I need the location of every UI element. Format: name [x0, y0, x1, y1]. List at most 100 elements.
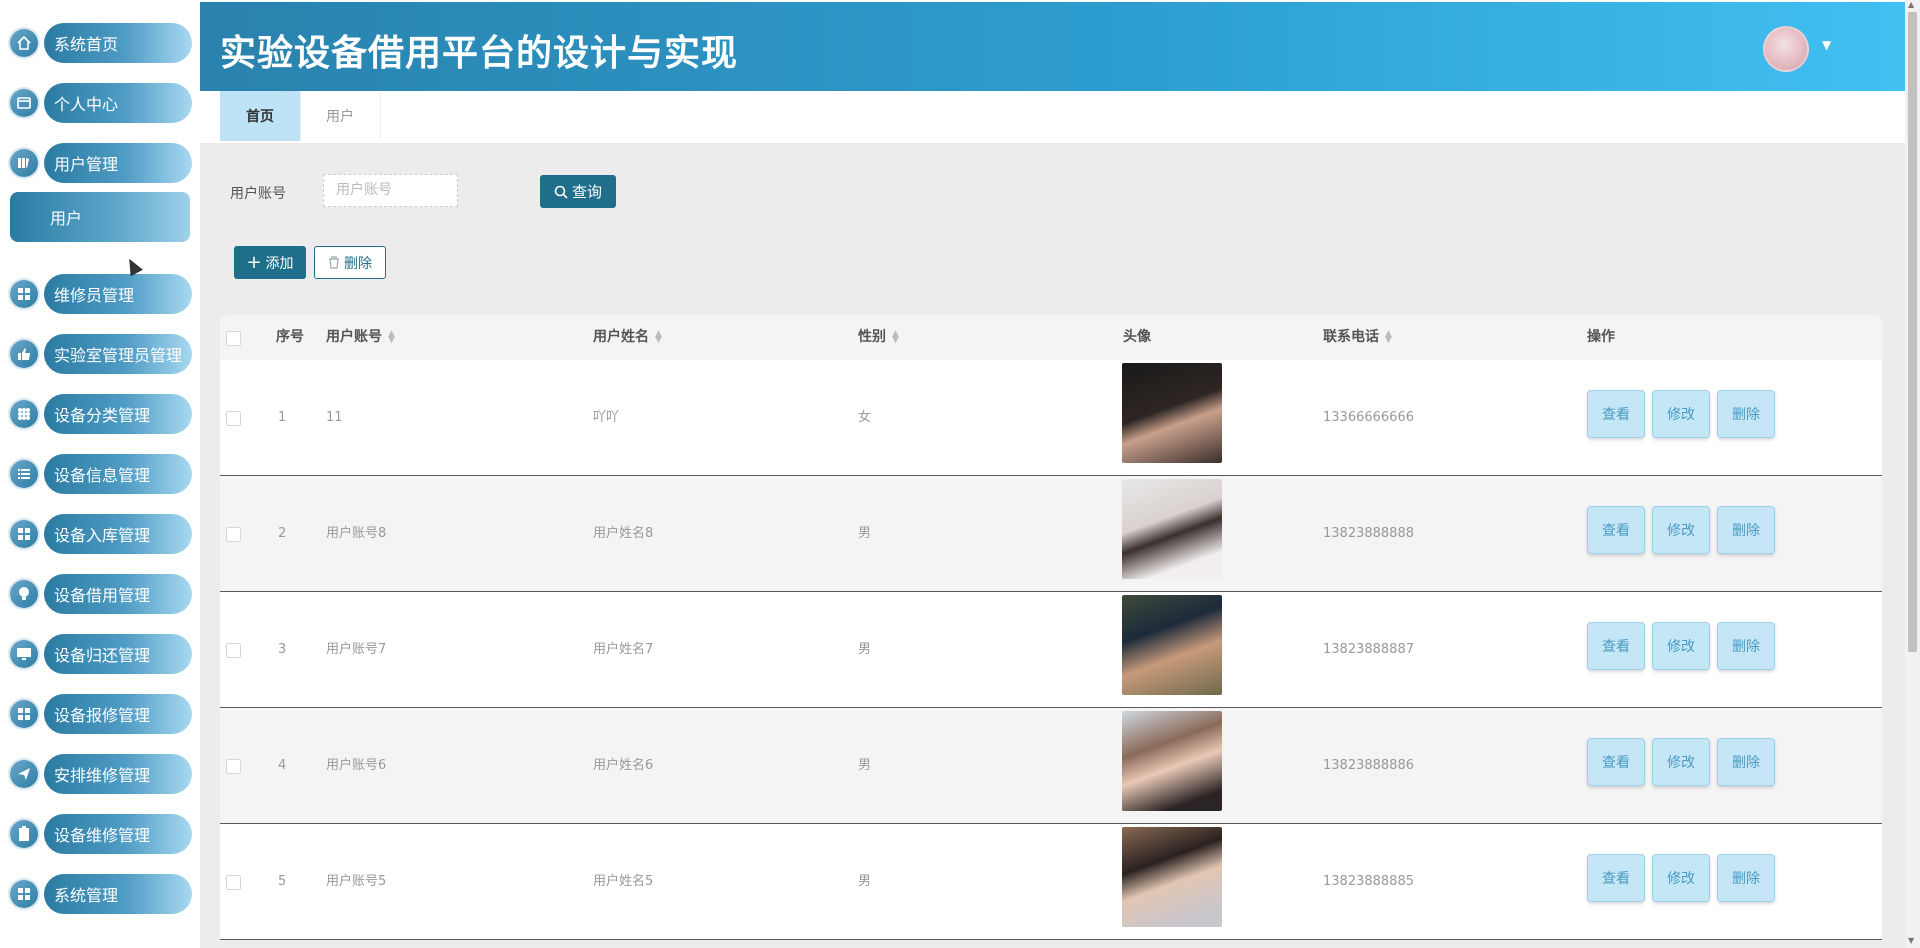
- cell-index: 3: [278, 642, 287, 657]
- sidebar-item-label: 设备入库管理: [44, 514, 192, 554]
- sidebar: 系统首页 个人中心 用户管理 用户 维修员管理 实验室管理员管理 设备分类管理: [0, 0, 200, 948]
- grid-icon: [10, 700, 38, 728]
- grid-icon: [10, 400, 38, 428]
- cell-name: 用户姓名5: [593, 874, 654, 889]
- cell-phone: 13823888885: [1323, 874, 1414, 889]
- view-button[interactable]: 查看: [1587, 622, 1645, 670]
- header-phone[interactable]: 联系电话 ▲ ▼: [1323, 315, 1392, 360]
- header-ops: 操作: [1587, 329, 1615, 345]
- bulb-icon: [10, 580, 38, 608]
- profile-card-icon: [10, 89, 38, 117]
- edit-button[interactable]: 修改: [1652, 854, 1710, 902]
- header-gender[interactable]: 性别 ▲ ▼: [858, 315, 899, 360]
- avatar-image[interactable]: [1122, 363, 1222, 463]
- view-button[interactable]: 查看: [1587, 854, 1645, 902]
- sidebar-subitem-user[interactable]: 用户: [10, 192, 190, 242]
- sidebar-item-label: 设备归还管理: [44, 634, 192, 674]
- bulk-delete-button[interactable]: 删除: [314, 246, 386, 279]
- delete-button[interactable]: 删除: [1717, 390, 1775, 438]
- sidebar-item-label: 设备维修管理: [44, 814, 192, 854]
- cell-name: 吖吖: [593, 410, 620, 425]
- query-button[interactable]: 查询: [540, 175, 616, 208]
- cell-phone: 13823888887: [1323, 642, 1414, 657]
- row-checkbox[interactable]: [226, 643, 241, 658]
- table-row: 4 用户账号6 用户姓名6 男 13823888886 查看 修改 删除: [220, 708, 1882, 824]
- sidebar-item-profile[interactable]: 个人中心: [10, 83, 192, 123]
- scrollbar-thumb[interactable]: [1908, 12, 1917, 652]
- avatar[interactable]: [1763, 26, 1809, 72]
- view-button[interactable]: 查看: [1587, 738, 1645, 786]
- cell-index: 1: [278, 410, 287, 425]
- cell-gender: 男: [858, 874, 872, 889]
- scroll-down-arrow-icon[interactable]: ▼: [1908, 936, 1914, 945]
- sidebar-item-system-mgmt[interactable]: 系统管理: [10, 874, 192, 914]
- header-account[interactable]: 用户账号 ▲ ▼: [326, 315, 395, 360]
- search-icon: [554, 185, 568, 199]
- header-name[interactable]: 用户姓名 ▲ ▼: [593, 315, 662, 360]
- edit-button[interactable]: 修改: [1652, 622, 1710, 670]
- cell-account: 用户账号6: [326, 758, 387, 773]
- grid-icon: [10, 880, 38, 908]
- cell-name: 用户姓名8: [593, 526, 654, 541]
- sidebar-item-label: 个人中心: [44, 83, 192, 123]
- clipboard-icon: [10, 820, 38, 848]
- add-button[interactable]: + 添加: [234, 246, 306, 279]
- edit-button[interactable]: 修改: [1652, 506, 1710, 554]
- row-checkbox[interactable]: [226, 875, 241, 890]
- delete-button[interactable]: 删除: [1717, 506, 1775, 554]
- avatar-image[interactable]: [1122, 595, 1222, 695]
- search-input[interactable]: 用户账号: [323, 174, 458, 207]
- delete-button[interactable]: 删除: [1717, 854, 1775, 902]
- plus-icon: +: [246, 251, 262, 273]
- sidebar-item-category-mgmt[interactable]: 设备分类管理: [10, 394, 192, 434]
- tab-user[interactable]: 用户: [300, 91, 381, 141]
- sort-icon: ▲ ▼: [655, 329, 662, 345]
- edit-button[interactable]: 修改: [1652, 390, 1710, 438]
- sidebar-item-report-repair-mgmt[interactable]: 设备报修管理: [10, 694, 192, 734]
- sidebar-item-assign-repair-mgmt[interactable]: 安排维修管理: [10, 754, 192, 794]
- sidebar-item-user-mgmt[interactable]: 用户管理: [10, 143, 192, 183]
- tab-home[interactable]: 首页: [220, 91, 301, 141]
- view-button[interactable]: 查看: [1587, 390, 1645, 438]
- table-row: 3 用户账号7 用户姓名7 男 13823888887 查看 修改 删除: [220, 592, 1882, 708]
- avatar-image[interactable]: [1122, 479, 1222, 579]
- row-checkbox[interactable]: [226, 411, 241, 426]
- page-scrollbar[interactable]: ▲ ▼: [1905, 0, 1920, 948]
- sidebar-item-stock-in-mgmt[interactable]: 设备入库管理: [10, 514, 192, 554]
- row-checkbox[interactable]: [226, 527, 241, 542]
- sidebar-item-borrow-mgmt[interactable]: 设备借用管理: [10, 574, 192, 614]
- trash-icon: [329, 256, 339, 269]
- cell-phone: 13366666666: [1323, 410, 1414, 425]
- sort-icon: ▲ ▼: [892, 329, 899, 345]
- cell-account: 用户账号7: [326, 642, 387, 657]
- select-all-checkbox[interactable]: [226, 331, 241, 346]
- table-row: 5 用户账号5 用户姓名5 男 13823888885 查看 修改 删除: [220, 824, 1882, 940]
- send-icon: [10, 760, 38, 788]
- sort-icon: ▲ ▼: [388, 329, 395, 345]
- grid-icon: [10, 520, 38, 548]
- delete-button[interactable]: 删除: [1717, 622, 1775, 670]
- cell-index: 5: [278, 874, 287, 889]
- avatar-image[interactable]: [1122, 711, 1222, 811]
- view-button[interactable]: 查看: [1587, 506, 1645, 554]
- sidebar-item-lab-admin-mgmt[interactable]: 实验室管理员管理: [10, 334, 192, 374]
- delete-button[interactable]: 删除: [1717, 738, 1775, 786]
- table-row: 2 用户账号8 用户姓名8 男 13823888888 查看 修改 删除: [220, 476, 1882, 592]
- sidebar-item-device-info-mgmt[interactable]: 设备信息管理: [10, 454, 192, 494]
- avatar-image[interactable]: [1122, 827, 1222, 927]
- row-checkbox[interactable]: [226, 759, 241, 774]
- cell-gender: 女: [858, 410, 872, 425]
- sort-icon: ▲ ▼: [1385, 329, 1392, 345]
- sidebar-item-label: 设备分类管理: [44, 394, 192, 434]
- sidebar-item-label: 安排维修管理: [44, 754, 192, 794]
- sidebar-item-return-mgmt[interactable]: 设备归还管理: [10, 634, 192, 674]
- sidebar-item-home[interactable]: 系统首页: [10, 23, 192, 63]
- scroll-up-arrow-icon[interactable]: ▲: [1908, 0, 1914, 9]
- caret-down-icon[interactable]: ▼: [1822, 38, 1831, 52]
- edit-button[interactable]: 修改: [1652, 738, 1710, 786]
- sidebar-item-label: 用户管理: [44, 143, 192, 183]
- book-icon: [10, 149, 38, 177]
- app-title: 实验设备借用平台的设计与实现: [220, 33, 739, 74]
- sidebar-item-device-repair-mgmt[interactable]: 设备维修管理: [10, 814, 192, 854]
- sidebar-item-repairer-mgmt[interactable]: 维修员管理: [10, 274, 192, 314]
